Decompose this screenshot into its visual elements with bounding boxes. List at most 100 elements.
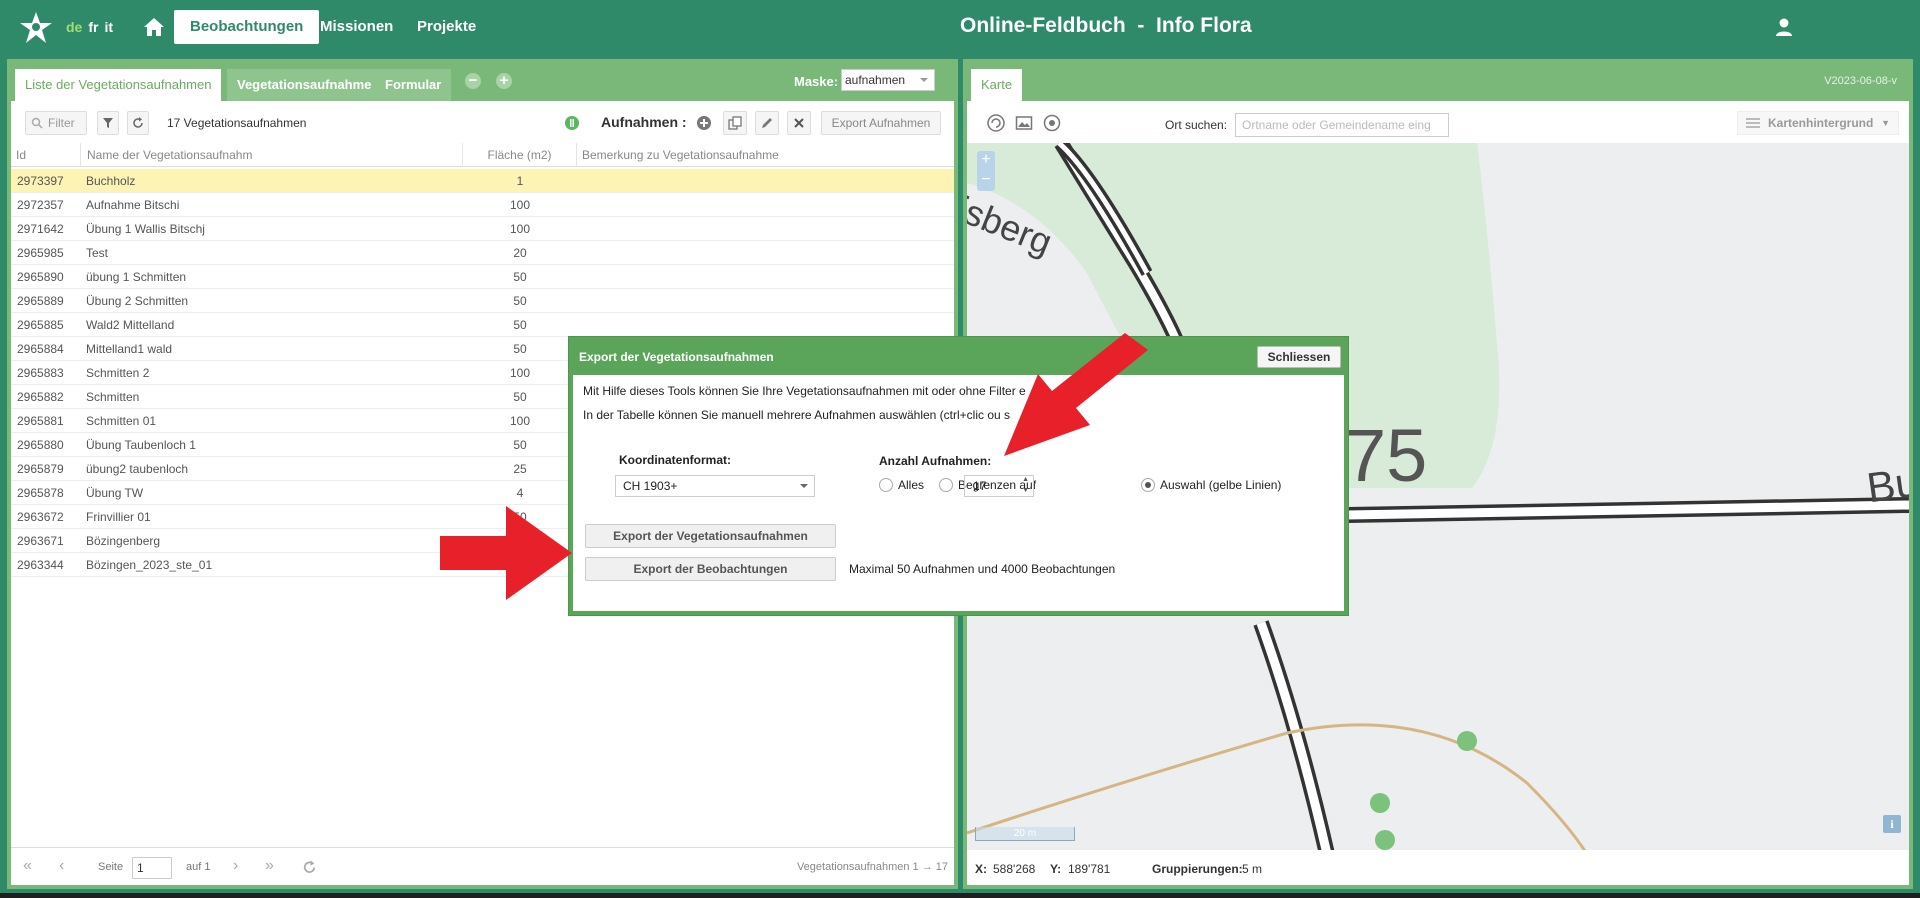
export-aufnahmen-button[interactable]: Export Aufnahmen	[821, 111, 941, 135]
left-tabstrip: Liste der Vegetationsaufnahmen Vegetatio…	[11, 63, 954, 101]
table-row[interactable]: 2965885 Wald2 Mittelland 50	[11, 313, 954, 337]
page-of-label: auf 1	[186, 861, 211, 873]
pencil-icon	[762, 118, 772, 128]
cell-name: Frinvillier 01	[86, 510, 151, 524]
cell-name: Übung 2 Schmitten	[86, 294, 189, 308]
table-row[interactable]: 2972357 Aufnahme Bitschi 100	[11, 193, 954, 217]
reload-icon[interactable]	[302, 860, 317, 875]
stepper-arrows-icon[interactable]: ▲ ▼	[1022, 474, 1029, 496]
info-icon[interactable]: i	[1883, 815, 1901, 833]
dialog-close-button[interactable]: Schliessen	[1257, 346, 1341, 368]
last-page-icon[interactable]: »	[265, 857, 274, 875]
zoom-in-button[interactable]: +	[977, 151, 995, 171]
locate-icon[interactable]	[1043, 114, 1061, 132]
copy-icon	[728, 116, 742, 130]
filter-input[interactable]: Filter	[25, 111, 87, 135]
export-vegetation-button[interactable]: Export der Vegetationsaufnahmen	[585, 524, 836, 548]
tab-karte[interactable]: Karte	[971, 69, 1023, 101]
home-icon[interactable]	[142, 15, 166, 39]
filter-funnel-button[interactable]	[97, 111, 119, 135]
collapse-icon[interactable]: −	[465, 73, 481, 89]
image-icon[interactable]	[1015, 114, 1033, 132]
cell-id: 2972357	[17, 198, 64, 212]
cell-area: 50	[513, 438, 527, 452]
max-note: Maximal 50 Aufnahmen und 4000 Beobachtun…	[849, 562, 1116, 576]
table-header: Id Name der Vegetationsaufnahm Fläche (m…	[11, 143, 954, 167]
expand-icon[interactable]: +	[496, 73, 512, 89]
cell-area: 100	[509, 198, 531, 212]
cell-name: Test	[86, 246, 109, 260]
lang-de[interactable]: de	[66, 19, 82, 35]
table-row[interactable]: 2965890 übung 1 Schmitten 50	[11, 265, 954, 289]
cell-id: 2963672	[17, 510, 64, 524]
cell-name: Bözingen_2023_ste_01	[86, 558, 213, 572]
map-label-bu: Bu	[1863, 457, 1909, 512]
add-aufnahme-button[interactable]	[693, 111, 715, 135]
radio-alles-label: Alles	[898, 478, 925, 492]
cell-name: Übung Taubenloch 1	[86, 438, 196, 452]
refresh-button[interactable]	[127, 111, 149, 135]
info-flora-logo[interactable]	[18, 11, 54, 45]
cell-id: 2965882	[17, 390, 64, 404]
export-observations-button[interactable]: Export der Beobachtungen	[585, 557, 836, 581]
cell-name: Buchholz	[86, 174, 136, 188]
map-background-select[interactable]: Kartenhintergrund ▼	[1737, 111, 1899, 135]
radio-auswahl[interactable]	[1141, 478, 1155, 492]
dialog-line-1: Mit Hilfe dieses Tools können Sie Ihre V…	[583, 384, 1026, 398]
nav-projekte[interactable]: Projekte	[401, 10, 492, 44]
nav-beobachtungen[interactable]: Beobachtungen	[174, 10, 320, 44]
search-icon	[31, 117, 43, 129]
cell-name: Übung TW	[86, 486, 144, 500]
location-history-icon[interactable]	[987, 114, 1005, 132]
radio-alles[interactable]	[879, 478, 893, 492]
cell-area: 50	[513, 270, 527, 284]
observation-marker[interactable]	[1457, 731, 1477, 751]
tab-formular[interactable]: Formular	[375, 69, 452, 101]
first-page-icon[interactable]: «	[23, 857, 32, 875]
zoom-controls: + −	[977, 151, 995, 191]
cell-id: 2965889	[17, 294, 64, 308]
col-area[interactable]: Fläche (m2)	[463, 143, 577, 167]
zoom-out-button[interactable]: −	[977, 171, 995, 191]
coord-format-select[interactable]: CH 1903+	[615, 475, 815, 497]
prev-page-icon[interactable]: ‹	[59, 857, 64, 875]
tab-vegetationsaufnahme[interactable]: Vegetationsaufnahme	[227, 69, 382, 101]
delete-aufnahme-button[interactable]	[787, 111, 811, 135]
grouping-value: 5 m	[1242, 862, 1263, 876]
x-label: X:	[975, 862, 987, 876]
observation-marker[interactable]	[1370, 793, 1390, 813]
cell-area: 100	[509, 414, 531, 428]
next-page-icon[interactable]: ›	[233, 857, 238, 875]
chevron-down-icon: ▼	[1881, 118, 1890, 128]
cell-name: Wald2 Mittelland	[86, 318, 175, 332]
record-count: 17 Vegetationsaufnahmen	[167, 116, 307, 130]
lang-it[interactable]: it	[104, 19, 113, 35]
ort-search-input[interactable]: Ortname oder Gemeindename eing	[1235, 113, 1449, 137]
nav-missionen[interactable]: Missionen	[304, 10, 409, 44]
map-background-label: Kartenhintergrund	[1768, 116, 1874, 130]
edit-aufnahme-button[interactable]	[755, 111, 779, 135]
col-name[interactable]: Name der Vegetationsaufnahm	[81, 143, 463, 167]
lang-fr[interactable]: fr	[88, 19, 98, 35]
table-row[interactable]: 2971642 Übung 1 Wallis Bitschj 100	[11, 217, 954, 241]
col-id[interactable]: Id	[11, 143, 81, 167]
table-row[interactable]: 2965985 Test 20	[11, 241, 954, 265]
tab-liste[interactable]: Liste der Vegetationsaufnahmen	[15, 69, 222, 101]
radio-begrenzen[interactable]	[939, 478, 953, 492]
cell-id: 2973397	[17, 174, 64, 188]
plus-circle-icon	[697, 116, 711, 130]
copy-aufnahme-button[interactable]	[723, 111, 747, 135]
refresh-icon	[133, 117, 143, 128]
page-input[interactable]: 1	[132, 857, 172, 879]
user-icon[interactable]	[1773, 16, 1795, 38]
limit-stepper[interactable]: 17 ▲ ▼	[964, 475, 1034, 497]
cell-name: übung2 taubenloch	[86, 462, 189, 476]
table-row[interactable]: 2965889 Übung 2 Schmitten 50	[11, 289, 954, 313]
cell-name: Schmitten 2	[86, 366, 150, 380]
col-note[interactable]: Bemerkung zu Vegetationsaufnahme	[577, 143, 958, 167]
x-value: 588'268	[993, 862, 1036, 876]
pager-summary: Vegetationsaufnahmen 1 → 17	[796, 861, 948, 873]
table-row[interactable]: 2973397 Buchholz 1	[11, 169, 954, 193]
observation-marker[interactable]	[1375, 830, 1395, 850]
mask-select[interactable]: aufnahmen	[841, 69, 935, 91]
